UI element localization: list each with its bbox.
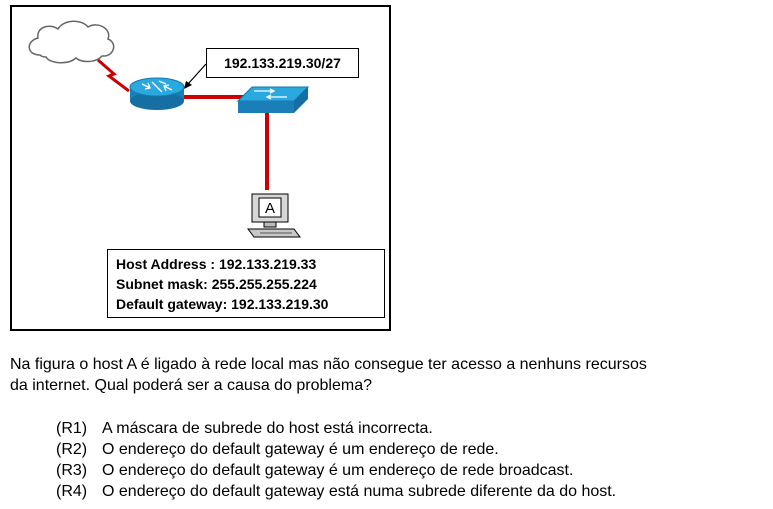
option-text: A máscara de subrede do host está incorr… [102,420,433,437]
host-pc-icon: A [247,193,301,238]
question-line-2: da internet. Qual poderá ser a causa do … [10,377,373,394]
wan-link [97,58,130,93]
label-pointer-arrowhead [184,81,192,89]
option-id: (R3) [56,462,88,479]
option-text: O endereço do default gateway é um ender… [102,462,574,479]
network-diagram: A 192.133.219.30/27 Host Address : 192.1… [10,5,391,331]
network-address-label: 192.133.219.30/27 [206,48,359,78]
default-gateway: Default gateway: 192.133.219.30 [116,296,329,312]
router-icon [129,77,185,110]
option-id: (R2) [56,441,88,458]
option-id: (R4) [56,483,88,500]
option-text: O endereço do default gateway é um ender… [102,441,499,458]
option-r1: (R1) A máscara de subrede do host está in… [56,418,616,439]
option-r4: (R4) O endereço do default gateway está n… [56,481,616,502]
option-id: (R1) [56,420,88,437]
question-line-1: Na figura o host A é ligado à rede local… [10,356,647,373]
host-info-box: Host Address : 192.133.219.33 Subnet mas… [107,249,385,318]
question-text: Na figura o host A é ligado à rede local… [10,354,772,396]
subnet-mask: Subnet mask: 255.255.255.224 [116,276,317,292]
host-letter: A [265,200,275,217]
switch-icon [236,86,310,113]
option-r3: (R3) O endereço do default gateway é um e… [56,460,616,481]
host-address: Host Address : 192.133.219.33 [116,256,317,272]
option-r2: (R2) O endereço do default gateway é um e… [56,439,616,460]
answer-options: (R1) A máscara de subrede do host está in… [56,418,616,502]
label-pointer [187,63,207,85]
option-text: O endereço do default gateway está numa … [102,483,617,500]
cloud-icon [28,20,115,64]
